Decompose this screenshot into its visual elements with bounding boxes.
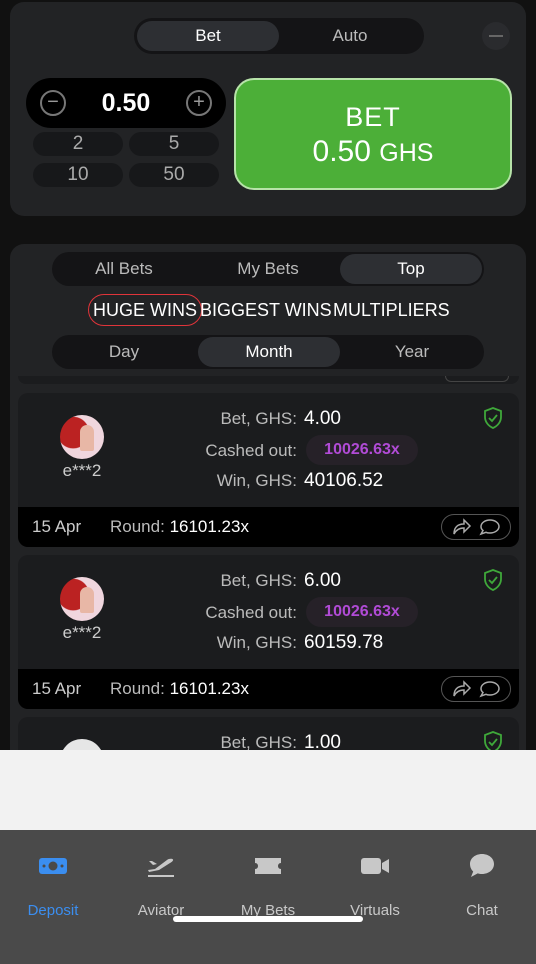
- round-info: Round: 16101.23x: [110, 517, 249, 537]
- tab-bet[interactable]: Bet: [137, 21, 279, 51]
- quick-amount-50[interactable]: 50: [129, 163, 219, 187]
- round-label: Round:: [110, 679, 165, 698]
- bet-value: 4.00: [304, 408, 341, 429]
- bet-button-amount-line: 0.50 GHS: [236, 135, 510, 169]
- tab-month[interactable]: Month: [198, 337, 340, 367]
- category-huge-wins[interactable]: HUGE WINS: [88, 294, 203, 326]
- win-label: Win, GHS:: [216, 633, 297, 652]
- nav-virtuals[interactable]: Virtuals: [325, 850, 425, 919]
- quick-amount-2[interactable]: 2: [33, 132, 123, 156]
- nav-label: Deposit: [27, 902, 79, 919]
- username: e***2: [62, 623, 102, 642]
- previous-card-edge: [18, 376, 519, 384]
- category-multipliers[interactable]: MULTIPLIERS: [333, 295, 450, 327]
- bets-tabs: All Bets My Bets Top: [52, 252, 484, 286]
- nav-deposit[interactable]: Deposit: [3, 850, 103, 919]
- bet-value: 6.00: [304, 570, 341, 591]
- chat-icon: [479, 681, 500, 698]
- share-chat-button[interactable]: [441, 676, 511, 702]
- bet-label: Bet, GHS:: [220, 409, 297, 428]
- category-biggest-wins[interactable]: BIGGEST WINS: [200, 295, 332, 327]
- bet-button-label: BET: [345, 102, 401, 132]
- nav-my-bets[interactable]: My Bets: [218, 850, 318, 919]
- round-multiplier: 16101.23x: [169, 679, 249, 698]
- quick-amount-10[interactable]: 10: [33, 163, 123, 187]
- bet-button-amount: 0.50: [312, 135, 371, 168]
- video-camera-icon: [361, 858, 389, 874]
- top-win-card: Bet, GHS: 1.00: [18, 717, 519, 750]
- share-chat-button[interactable]: [441, 514, 511, 540]
- round-multiplier: 16101.23x: [169, 517, 249, 536]
- bet-label: Bet, GHS:: [220, 733, 297, 750]
- bet-button-currency: GHS: [379, 139, 434, 167]
- tab-day[interactable]: Day: [54, 337, 194, 367]
- decrease-amount-button[interactable]: −: [40, 90, 66, 116]
- chat-bubble-icon: [470, 854, 494, 877]
- bet-date: 15 Apr: [32, 517, 82, 536]
- bet-amount-stepper: − 0.50 +: [26, 78, 226, 128]
- cashed-out-label: Cashed out:: [205, 603, 297, 622]
- quick-amount-5[interactable]: 5: [129, 132, 219, 156]
- share-icon: [453, 680, 472, 697]
- card-footer: 15 Apr Round: 16101.23x: [18, 507, 519, 547]
- bet-label: Bet, GHS:: [220, 571, 297, 590]
- cashed-out-multiplier: 10026.63x: [306, 435, 418, 465]
- win-value: 60159.78: [304, 632, 384, 653]
- verified-shield-icon[interactable]: [483, 407, 503, 429]
- bet-value: 1.00: [304, 732, 341, 750]
- blank-area: [0, 750, 536, 830]
- avatar: [60, 415, 104, 459]
- bet-amount-value[interactable]: 0.50: [66, 89, 186, 118]
- nav-aviator[interactable]: Aviator: [111, 850, 211, 919]
- bet-panel: Bet Auto − 0.50 + 2 5 10 50 BET 0.50 GHS: [10, 2, 526, 216]
- ticket-icon: [255, 858, 281, 874]
- bottom-navigation: Deposit Aviator My Bets Virtuals Chat: [0, 830, 536, 964]
- increase-amount-button[interactable]: +: [186, 90, 212, 116]
- bet-mode-toggle: Bet Auto: [134, 18, 424, 54]
- win-value: 40106.52: [304, 470, 384, 491]
- bet-date: 15 Apr: [32, 679, 82, 698]
- tab-auto[interactable]: Auto: [279, 21, 421, 51]
- cashed-out-multiplier: 10026.63x: [306, 597, 418, 627]
- home-indicator[interactable]: [173, 916, 363, 922]
- verified-shield-icon[interactable]: [483, 731, 503, 750]
- top-win-card: e***2 Bet, GHS: 4.00 Cashed out: 10026.6…: [18, 393, 519, 547]
- verified-shield-icon[interactable]: [483, 569, 503, 591]
- remove-bet-panel-button[interactable]: [482, 22, 510, 50]
- tab-my-bets[interactable]: My Bets: [198, 254, 338, 284]
- chat-icon: [479, 519, 500, 536]
- tab-all-bets[interactable]: All Bets: [54, 254, 194, 284]
- round-label: Round:: [110, 517, 165, 536]
- aviator-game-screen: Bet Auto − 0.50 + 2 5 10 50 BET 0.50 GHS…: [0, 0, 536, 750]
- round-info: Round: 16101.23x: [110, 679, 249, 699]
- win-label: Win, GHS:: [216, 471, 297, 490]
- place-bet-button[interactable]: BET 0.50 GHS: [234, 78, 512, 190]
- card-footer: 15 Apr Round: 16101.23x: [18, 669, 519, 709]
- top-win-card: e***2 Bet, GHS: 6.00 Cashed out: 10026.6…: [18, 555, 519, 709]
- airplane-icon: [148, 858, 174, 877]
- banknote-icon: [39, 858, 67, 874]
- tab-top[interactable]: Top: [340, 254, 482, 284]
- tab-year[interactable]: Year: [342, 337, 482, 367]
- nav-label: Chat: [466, 902, 498, 919]
- avatar: [60, 739, 104, 750]
- nav-chat[interactable]: Chat: [432, 850, 532, 919]
- cashed-out-label: Cashed out:: [205, 441, 297, 460]
- period-tabs: Day Month Year: [52, 335, 484, 369]
- avatar: [60, 577, 104, 621]
- share-icon: [453, 518, 472, 535]
- username: e***2: [62, 461, 102, 480]
